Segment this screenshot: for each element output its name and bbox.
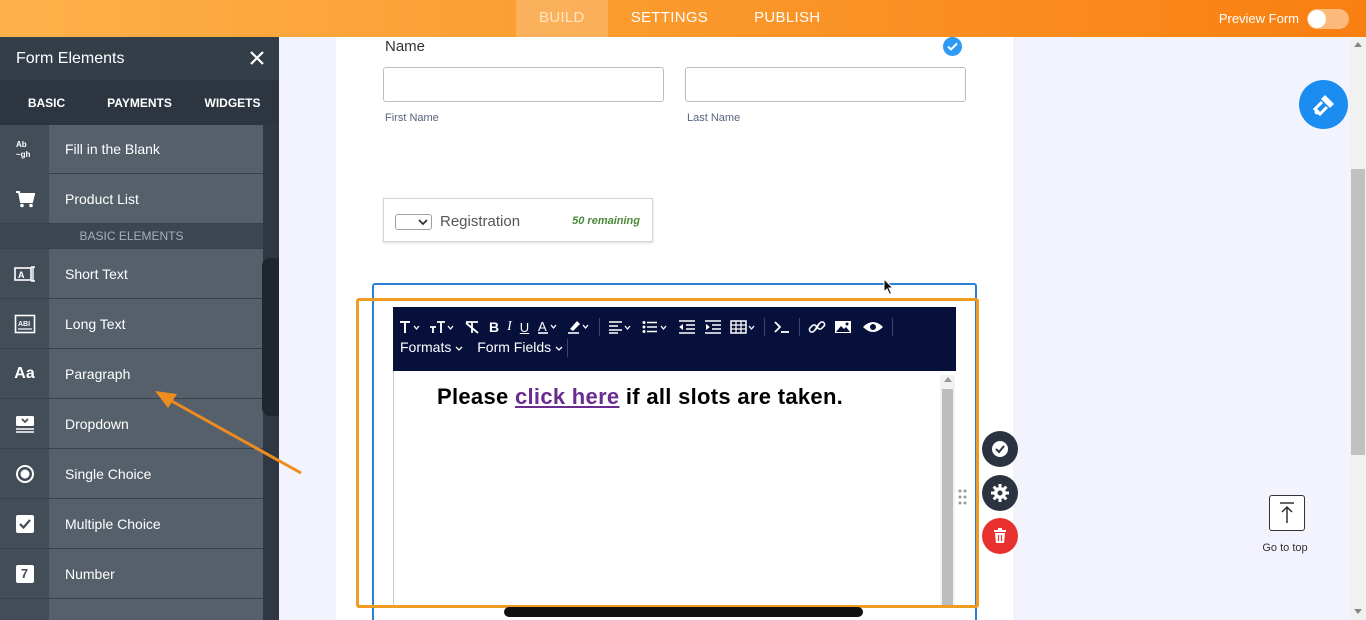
svg-text:~gh: ~gh [16, 150, 31, 159]
page-scroll-down-arrow[interactable] [1354, 609, 1362, 614]
paint-roller-icon [1312, 94, 1334, 116]
first-name-input[interactable] [383, 67, 664, 102]
number-icon: 7 [0, 549, 49, 598]
sidebar-scrollbar-thumb[interactable] [262, 258, 279, 416]
element-short-text[interactable]: A Short Text [0, 249, 263, 299]
drag-handle-icon[interactable] [958, 489, 967, 505]
mouse-cursor-icon [883, 278, 895, 296]
element-label: Number [65, 565, 115, 582]
last-name-sublabel: Last Name [687, 112, 741, 124]
tab-basic[interactable]: BASIC [0, 80, 93, 128]
tab-publish[interactable]: PUBLISH [731, 0, 843, 37]
element-paragraph[interactable]: Aa Paragraph [0, 349, 263, 399]
registration-product: Registration 50 remaining [383, 198, 653, 242]
field-settings-button[interactable] [982, 475, 1018, 511]
go-to-top-icon [1269, 495, 1305, 531]
checkbox-icon [0, 499, 49, 548]
element-fill-in-the-blank[interactable]: Ab ~gh Fill in the Blank [0, 124, 263, 174]
page-scrollbar-thumb[interactable] [1351, 169, 1365, 455]
svg-text:ABI: ABI [18, 321, 30, 328]
element-number[interactable]: 7 Number [0, 549, 263, 599]
field-done-button[interactable] [982, 431, 1018, 467]
tab-payments[interactable]: PAYMENTS [93, 80, 186, 128]
toggle-knob [1308, 9, 1326, 28]
image-icon [0, 599, 49, 620]
element-multiple-choice[interactable]: Multiple Choice [0, 499, 263, 549]
element-long-text[interactable]: ABI Long Text [0, 299, 263, 349]
panel-tabs: BASIC PAYMENTS WIDGETS [0, 80, 279, 128]
tab-build[interactable]: BUILD [516, 0, 608, 37]
registration-label: Registration [440, 213, 521, 230]
section-basic-elements: BASIC ELEMENTS [0, 224, 263, 249]
first-name-sublabel: First Name [385, 112, 439, 124]
close-icon[interactable] [249, 49, 265, 69]
element-label: Dropdown [65, 415, 129, 432]
preview-form-toggle[interactable] [1307, 8, 1349, 29]
go-to-top[interactable]: Go to top [1262, 495, 1312, 554]
checkmark-icon [992, 441, 1008, 457]
radio-icon [0, 449, 49, 498]
page-scroll-up-arrow[interactable] [1354, 42, 1362, 47]
fill-blank-icon: Ab ~gh [0, 124, 49, 174]
element-label: Fill in the Blank [65, 141, 160, 157]
page-scrollbar[interactable] [1350, 37, 1366, 620]
element-product-list[interactable]: Product List [0, 174, 263, 224]
go-to-top-label: Go to top [1262, 542, 1308, 554]
element-label: Paragraph [65, 365, 131, 382]
element-single-choice[interactable]: Single Choice [0, 449, 263, 499]
field-delete-button[interactable] [982, 518, 1018, 554]
panel-header: Form Elements [0, 37, 279, 80]
preview-form-control: Preview Form [1219, 0, 1349, 37]
top-nav: BUILD SETTINGS PUBLISH [516, 0, 843, 37]
element-label: Short Text [65, 265, 128, 282]
element-label: Product List [65, 190, 139, 207]
paragraph-icon-glyph: Aa [14, 364, 35, 382]
top-bar: BUILD SETTINGS PUBLISH Preview Form [0, 0, 1366, 37]
quantity-dropdown[interactable] [395, 214, 432, 230]
trash-icon [994, 528, 1006, 543]
element-label: Multiple Choice [65, 515, 161, 532]
panel-title: Form Elements [16, 49, 125, 67]
last-name-input[interactable] [685, 67, 966, 102]
element-list: Ab ~gh Fill in the Blank Product List BAS… [0, 124, 263, 620]
highlight-annotation-box [356, 298, 979, 608]
svg-text:A: A [18, 270, 25, 280]
remaining-count: 50 remaining [572, 215, 640, 227]
tab-settings[interactable]: SETTINGS [608, 0, 731, 37]
paragraph-icon: Aa [0, 349, 49, 398]
resize-handle-bar[interactable] [504, 607, 863, 617]
name-field-label: Name [385, 38, 426, 55]
required-check-icon [943, 37, 962, 56]
element-partial[interactable] [0, 599, 263, 620]
short-text-icon: A [0, 249, 49, 298]
dropdown-icon [0, 399, 49, 448]
element-dropdown[interactable]: Dropdown [0, 399, 263, 449]
gear-icon [991, 484, 1009, 502]
long-text-icon: ABI [0, 299, 49, 348]
preview-form-label: Preview Form [1218, 11, 1299, 26]
element-label: Single Choice [65, 465, 152, 482]
cart-icon [0, 174, 49, 223]
tab-widgets[interactable]: WIDGETS [186, 80, 279, 128]
element-label: Long Text [65, 315, 126, 332]
number-icon-glyph: 7 [15, 564, 34, 583]
form-designer-button[interactable] [1299, 80, 1348, 129]
svg-text:Ab: Ab [16, 140, 27, 149]
